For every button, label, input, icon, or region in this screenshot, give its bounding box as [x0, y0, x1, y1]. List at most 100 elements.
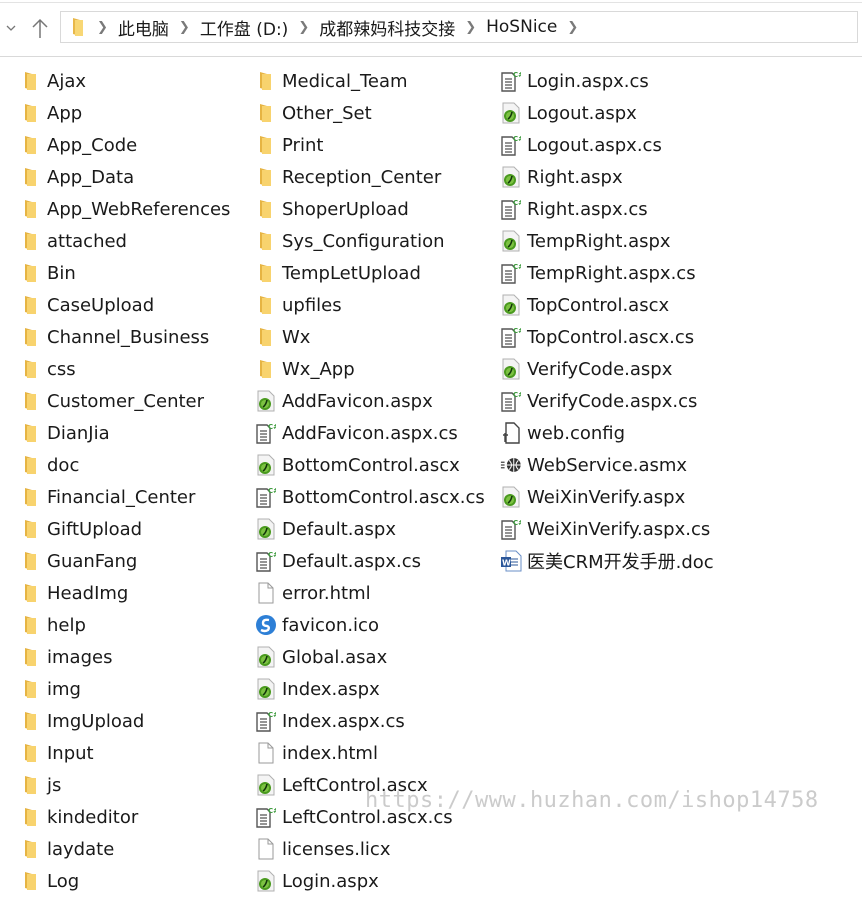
item-name: TopControl.ascx [527, 294, 670, 316]
item-name: Wx_App [282, 358, 355, 380]
item-name: css [47, 358, 76, 380]
item-name: Customer_Center [47, 390, 205, 412]
folder-item[interactable]: Ajax [20, 65, 230, 97]
folder-item[interactable]: css [20, 353, 230, 385]
file-item[interactable]: web.config [500, 417, 714, 449]
breadcrumb-separator-chevron-icon[interactable]: ❯ [459, 20, 482, 35]
file-item[interactable]: C# Right.aspx.cs [500, 193, 714, 225]
folder-item[interactable]: App_WebReferences [20, 193, 230, 225]
file-item[interactable]: BottomControl.ascx [255, 449, 485, 481]
folder-item[interactable]: Reception_Center [255, 161, 485, 193]
folder-item[interactable]: images [20, 641, 230, 673]
address-bar[interactable]: ❯ 此电脑 ❯ 工作盘 (D:) ❯ 成都辣妈科技交接 ❯ HoSNice ❯ [60, 11, 858, 43]
breadcrumb-item[interactable]: 此电脑 [114, 15, 173, 40]
folder-item[interactable]: HeadImg [20, 577, 230, 609]
folder-item[interactable]: Customer_Center [20, 385, 230, 417]
item-name: images [47, 646, 113, 668]
folder-item[interactable]: attached [20, 225, 230, 257]
folder-item[interactable]: App_Data [20, 161, 230, 193]
folder-item[interactable]: GuanFang [20, 545, 230, 577]
aspx-file-icon [255, 646, 277, 668]
file-item[interactable]: C# Logout.aspx.cs [500, 129, 714, 161]
folder-item[interactable]: Input [20, 737, 230, 769]
folder-item[interactable]: js [20, 769, 230, 801]
file-item[interactable]: Logout.aspx [500, 97, 714, 129]
file-item[interactable]: C# AddFavicon.aspx.cs [255, 417, 485, 449]
file-item[interactable]: TopControl.ascx [500, 289, 714, 321]
folder-item[interactable]: Medical_Team [255, 65, 485, 97]
file-item[interactable]: C# Index.aspx.cs [255, 705, 485, 737]
item-name: Financial_Center [47, 486, 196, 508]
breadcrumb-item[interactable]: 工作盘 (D:) [196, 15, 293, 40]
file-item[interactable]: favicon.ico [255, 609, 485, 641]
folder-item[interactable]: Wx [255, 321, 485, 353]
folder-item[interactable]: Log [20, 865, 230, 897]
up-button[interactable] [29, 14, 51, 42]
folder-icon [20, 454, 42, 476]
item-name: TempLetUpload [282, 262, 421, 284]
item-name: WebService.asmx [527, 454, 688, 476]
folder-item[interactable]: Bin [20, 257, 230, 289]
folder-item[interactable]: Channel_Business [20, 321, 230, 353]
recent-locations-button[interactable] [0, 14, 22, 42]
file-item[interactable]: C# LeftControl.ascx.cs [255, 801, 485, 833]
folder-item[interactable]: TempLetUpload [255, 257, 485, 289]
file-item[interactable]: C# TopControl.ascx.cs [500, 321, 714, 353]
file-item[interactable]: WebService.asmx [500, 449, 714, 481]
breadcrumb-separator-chevron-icon[interactable]: ❯ [173, 20, 196, 35]
file-item[interactable]: Login.aspx [255, 865, 485, 897]
breadcrumb-item[interactable]: HoSNice [482, 17, 561, 37]
folder-item[interactable]: ImgUpload [20, 705, 230, 737]
file-item[interactable]: VerifyCode.aspx [500, 353, 714, 385]
folder-item[interactable]: Sys_Configuration [255, 225, 485, 257]
breadcrumb-separator-chevron-icon[interactable]: ❯ [292, 20, 315, 35]
item-name: Other_Set [282, 102, 372, 124]
breadcrumb-separator-chevron-icon[interactable]: ❯ [561, 20, 584, 35]
item-name: AddFavicon.aspx.cs [282, 422, 458, 444]
folder-item[interactable]: help [20, 609, 230, 641]
folder-item[interactable]: Financial_Center [20, 481, 230, 513]
folder-item[interactable]: Print [255, 129, 485, 161]
file-item[interactable]: C# VerifyCode.aspx.cs [500, 385, 714, 417]
file-item[interactable]: index.html [255, 737, 485, 769]
file-item[interactable]: TempRight.aspx [500, 225, 714, 257]
file-item[interactable]: C# Default.aspx.cs [255, 545, 485, 577]
item-name: attached [47, 230, 127, 252]
file-item[interactable]: Default.aspx [255, 513, 485, 545]
breadcrumb-separator-chevron-icon[interactable]: ❯ [91, 20, 114, 35]
folder-item[interactable]: GiftUpload [20, 513, 230, 545]
file-item[interactable]: error.html [255, 577, 485, 609]
folder-item[interactable]: Wx_App [255, 353, 485, 385]
file-item[interactable]: Index.aspx [255, 673, 485, 705]
folder-item[interactable]: ShoperUpload [255, 193, 485, 225]
file-item[interactable]: WeiXinVerify.aspx [500, 481, 714, 513]
file-item[interactable]: C# TempRight.aspx.cs [500, 257, 714, 289]
folder-item[interactable]: img [20, 673, 230, 705]
breadcrumb-item[interactable]: 成都辣妈科技交接 [315, 15, 459, 40]
file-item[interactable]: C# WeiXinVerify.aspx.cs [500, 513, 714, 545]
folder-icon [20, 742, 42, 764]
folder-item[interactable]: CaseUpload [20, 289, 230, 321]
csharp-file-icon: C# [255, 422, 277, 444]
file-item[interactable]: W 医美CRM开发手册.doc [500, 545, 714, 577]
folder-item[interactable]: kindeditor [20, 801, 230, 833]
file-item[interactable]: C# BottomControl.ascx.cs [255, 481, 485, 513]
file-item[interactable]: Global.asax [255, 641, 485, 673]
item-name: GiftUpload [47, 518, 143, 540]
folder-item[interactable]: laydate [20, 833, 230, 865]
file-item[interactable]: Right.aspx [500, 161, 714, 193]
folder-item[interactable]: doc [20, 449, 230, 481]
folder-item[interactable]: upfiles [255, 289, 485, 321]
folder-item[interactable]: Other_Set [255, 97, 485, 129]
svg-text:C#: C# [513, 199, 521, 207]
file-column-2: Medical_Team Other_Set Print Reception_Cent… [255, 65, 485, 897]
file-item[interactable]: C# Login.aspx.cs [500, 65, 714, 97]
item-name: index.html [282, 742, 378, 764]
folder-item[interactable]: DianJia [20, 417, 230, 449]
file-column-3: C# Login.aspx.cs Logout.aspx C# Logout.aspx.… [500, 65, 714, 577]
folder-item[interactable]: App [20, 97, 230, 129]
file-item[interactable]: licenses.licx [255, 833, 485, 865]
folder-item[interactable]: App_Code [20, 129, 230, 161]
file-item[interactable]: AddFavicon.aspx [255, 385, 485, 417]
file-item[interactable]: LeftControl.ascx [255, 769, 485, 801]
